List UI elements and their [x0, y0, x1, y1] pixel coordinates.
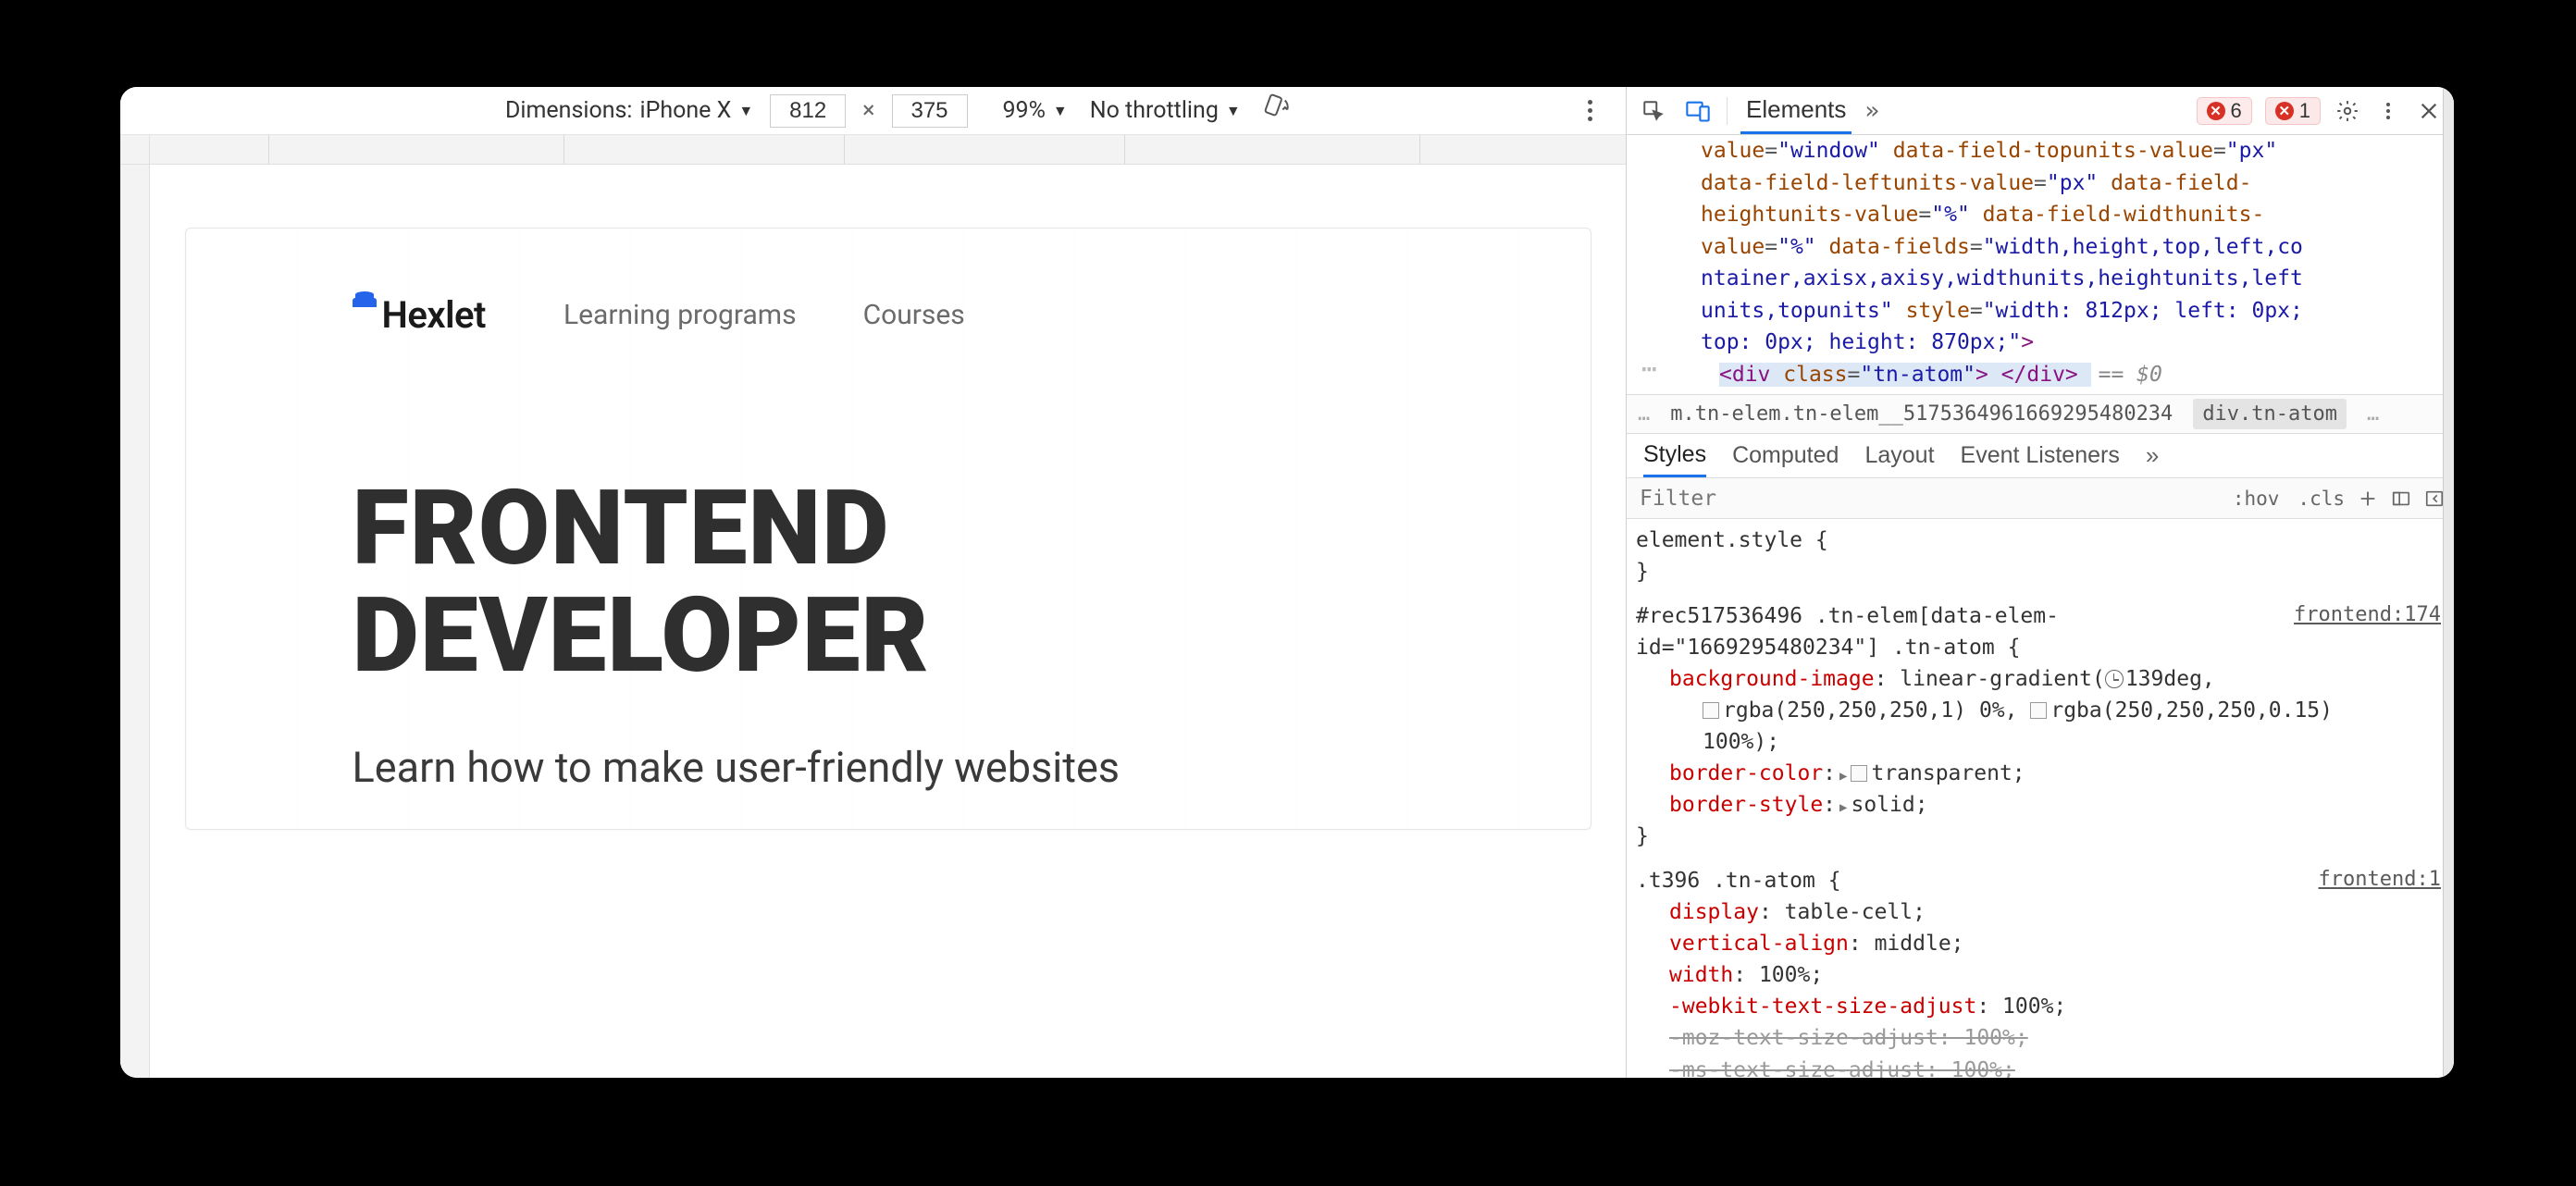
width-input[interactable] [770, 94, 846, 128]
zoom-value: 99% [1003, 97, 1046, 124]
devtools-panel: Elements » ✕ 6 ✕ 1 value="window" data-f [1627, 87, 2454, 1078]
devtools-menu-icon[interactable] [2374, 97, 2402, 125]
scrollbar[interactable] [2443, 87, 2454, 1078]
breadcrumb-ellipsis[interactable]: … [2367, 402, 2379, 426]
site-logo[interactable]: Hexlet [353, 293, 486, 337]
color-swatch-icon[interactable] [1703, 702, 1719, 719]
rotate-icon[interactable] [1263, 93, 1291, 128]
dropdown-triangle-icon: ▼ [1053, 102, 1068, 120]
cls-toggle[interactable]: .cls [2288, 488, 2354, 510]
new-style-rule-icon[interactable] [2354, 485, 2382, 513]
hov-toggle[interactable]: :hov [2223, 488, 2289, 510]
collapse-ellipsis-icon[interactable]: ⋯ [1641, 350, 1657, 389]
device-dimensions-select[interactable]: Dimensions: iPhone X ▼ [505, 97, 753, 124]
subtab-layout[interactable]: Layout [1864, 434, 1934, 477]
error-badge[interactable]: ✕ 6 [2197, 97, 2252, 125]
dropdown-triangle-icon: ▼ [738, 102, 753, 120]
device-name: iPhone X [639, 97, 731, 124]
devtools-close-icon[interactable] [2415, 97, 2443, 125]
hero-title-line2: DEVELOPER [353, 575, 930, 697]
bezier-editor-icon[interactable] [2105, 670, 2124, 688]
css-rule-2[interactable]: frontend:1 .t396 .tn-atom { display: tab… [1636, 865, 2445, 1078]
elements-tree[interactable]: value="window" data-field-topunits-value… [1627, 135, 2454, 395]
elements-breadcrumb[interactable]: … m.tn-elem.tn-elem__5175364961669295480… [1627, 395, 2454, 434]
devtools-top-bar: Elements » ✕ 6 ✕ 1 [1627, 87, 2454, 135]
dropdown-triangle-icon: ▼ [1226, 102, 1241, 120]
equals-dollar-zero: == $0 [2099, 363, 2162, 387]
ruler-left[interactable] [120, 165, 150, 1078]
device-toolbar-menu-icon[interactable] [1576, 97, 1604, 125]
subtab-event-listeners[interactable]: Event Listeners [1961, 434, 2120, 477]
ruler-top-row [120, 135, 1626, 165]
page-frame-wrap: Hexlet Learning programs Courses FRONTEN… [150, 165, 1626, 1078]
device-toolbar: Dimensions: iPhone X ▼ × 99% ▼ No thrott… [120, 87, 1626, 135]
hero-subtitle: Learn how to make user-friendly websites [353, 743, 1424, 792]
hero-title: FRONTEND DEVELOPER [353, 476, 1424, 691]
issue-dot-icon: ✕ [2275, 102, 2294, 120]
css-rule-1[interactable]: frontend:174 #rec517536496 .tn-elem[data… [1636, 600, 2445, 852]
breadcrumb-item[interactable]: m.tn-elem.tn-elem__517536496166929548023… [1670, 402, 2173, 426]
styles-pane[interactable]: element.style { } frontend:174 #rec51753… [1627, 519, 2454, 1078]
css-rule-element-style[interactable]: element.style { } [1636, 525, 2445, 587]
zoom-select[interactable]: 99% ▼ [1003, 97, 1068, 124]
logo-cap-icon [353, 298, 377, 307]
issue-badge[interactable]: ✕ 1 [2265, 97, 2321, 125]
breadcrumb-ellipsis[interactable]: … [1638, 402, 1650, 426]
source-link[interactable]: frontend:1 [2319, 865, 2441, 896]
site-header: Hexlet Learning programs Courses [353, 293, 1424, 337]
computed-styles-sidebar-icon[interactable] [2387, 485, 2415, 513]
overridden-declaration[interactable]: -moz-text-size-adjust: 100%; [1636, 1022, 2445, 1054]
tab-elements[interactable]: Elements [1740, 87, 1852, 134]
logo-text: Hexlet [382, 293, 486, 337]
dimensions-label: Dimensions: [505, 97, 632, 124]
viewport-pane: Dimensions: iPhone X ▼ × 99% ▼ No thrott… [120, 87, 1627, 1078]
page-frame[interactable]: Hexlet Learning programs Courses FRONTEN… [185, 228, 1591, 830]
hero-title-line1: FRONTEND [353, 468, 890, 589]
devtools-window: Dimensions: iPhone X ▼ × 99% ▼ No thrott… [120, 87, 2454, 1078]
settings-gear-icon[interactable] [2334, 97, 2361, 125]
tabs-overflow-icon[interactable]: » [1864, 97, 1879, 125]
styles-filter-input[interactable] [1627, 487, 2223, 511]
source-link[interactable]: frontend:174 [2294, 600, 2441, 631]
subtabs-overflow-icon[interactable]: » [2146, 441, 2159, 470]
selected-element-row[interactable]: <div class="tn-atom"> </div> [1719, 363, 2091, 387]
expand-triangle-icon[interactable]: ▶ [1839, 798, 1847, 818]
error-dot-icon: ✕ [2207, 102, 2225, 120]
styles-subtabs: Styles Computed Layout Event Listeners » [1627, 434, 2454, 478]
color-swatch-icon[interactable] [2030, 702, 2047, 719]
expand-triangle-icon[interactable]: ▶ [1839, 767, 1847, 786]
breadcrumb-item-active[interactable]: div.tn-atom [2193, 399, 2347, 429]
ruler-top[interactable] [150, 135, 1626, 164]
throttling-select[interactable]: No throttling ▼ [1090, 97, 1241, 124]
nav-courses[interactable]: Courses [863, 299, 965, 331]
viewport-body: Hexlet Learning programs Courses FRONTEN… [120, 165, 1626, 1078]
inspect-element-icon[interactable] [1638, 95, 1669, 127]
height-input[interactable] [892, 94, 968, 128]
issue-count: 1 [2299, 99, 2310, 123]
ruler-corner [120, 135, 150, 164]
toggle-device-toolbar-icon[interactable] [1682, 95, 1714, 127]
error-count: 6 [2231, 99, 2242, 123]
subtab-styles[interactable]: Styles [1643, 434, 1706, 477]
nav-learning-programs[interactable]: Learning programs [564, 299, 797, 331]
throttling-value: No throttling [1090, 97, 1219, 124]
times-separator: × [862, 97, 874, 124]
subtab-computed[interactable]: Computed [1732, 434, 1839, 477]
styles-filter-row: :hov .cls [1627, 478, 2454, 519]
color-swatch-icon[interactable] [1851, 765, 1867, 782]
overridden-declaration[interactable]: -ms-text-size-adjust: 100%; [1636, 1055, 2445, 1079]
site-nav: Learning programs Courses [564, 299, 965, 331]
